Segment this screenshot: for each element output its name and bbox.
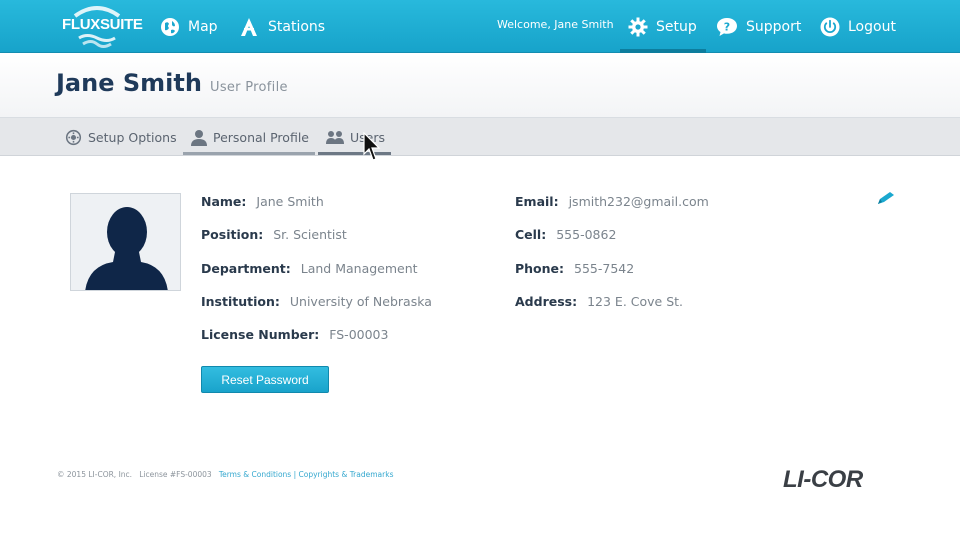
name-value: Jane Smith bbox=[256, 194, 324, 209]
address-label: Address: bbox=[515, 294, 578, 309]
person-icon bbox=[191, 129, 207, 146]
nav-logout-label: Logout bbox=[848, 18, 896, 35]
gear-outline-icon bbox=[65, 129, 82, 145]
tab-personal-profile[interactable]: Personal Profile bbox=[191, 118, 309, 156]
institution-label: Institution: bbox=[201, 294, 280, 309]
terms-link[interactable]: Terms & Conditions bbox=[219, 470, 291, 479]
footer-license: License #FS-00003 bbox=[139, 470, 212, 479]
footer: © 2015 LI-COR, Inc. License #FS-00003 Te… bbox=[57, 470, 393, 479]
field-cell: Cell: 555-0862 bbox=[515, 227, 616, 242]
top-nav-bar: FLUXSUITE Map Stations Welcome, Jane Smi… bbox=[0, 0, 960, 53]
welcome-text: Welcome, Jane Smith bbox=[497, 18, 614, 31]
nav-support[interactable]: ? Support bbox=[716, 0, 801, 53]
svg-text:?: ? bbox=[724, 20, 730, 33]
nav-stations[interactable]: Stations bbox=[238, 0, 325, 53]
pencil-icon bbox=[878, 192, 894, 204]
tower-icon bbox=[241, 17, 257, 36]
tab-setup-options[interactable]: Setup Options bbox=[65, 118, 177, 156]
globe-icon bbox=[161, 17, 179, 36]
tab-personal-profile-underline bbox=[183, 152, 315, 155]
cell-value: 555-0862 bbox=[556, 227, 617, 242]
copyrights-link[interactable]: Copyrights & Trademarks bbox=[299, 470, 394, 479]
position-label: Position: bbox=[201, 227, 264, 242]
profile-header: Jane Smith User Profile bbox=[0, 54, 960, 118]
avatar bbox=[70, 193, 181, 291]
nav-map[interactable]: Map bbox=[160, 0, 218, 53]
field-institution: Institution: University of Nebraska bbox=[201, 294, 432, 309]
tab-personal-profile-label: Personal Profile bbox=[213, 129, 309, 145]
footer-separator: | bbox=[293, 470, 297, 479]
edit-profile-button[interactable] bbox=[876, 190, 896, 210]
field-name: Name: Jane Smith bbox=[201, 194, 324, 209]
license-value: FS-00003 bbox=[329, 327, 389, 342]
position-value: Sr. Scientist bbox=[273, 227, 347, 242]
phone-label: Phone: bbox=[515, 261, 565, 276]
footer-copyright: © 2015 LI-COR, Inc. bbox=[57, 470, 133, 479]
email-label: Email: bbox=[515, 194, 559, 209]
name-label: Name: bbox=[201, 194, 247, 209]
nav-setup[interactable]: Setup bbox=[628, 0, 697, 53]
field-address: Address: 123 E. Cove St. bbox=[515, 294, 683, 309]
department-label: Department: bbox=[201, 261, 291, 276]
users-icon bbox=[326, 131, 344, 144]
nav-support-label: Support bbox=[746, 18, 802, 35]
field-phone: Phone: 555-7542 bbox=[515, 261, 634, 276]
mouse-cursor-icon bbox=[363, 132, 381, 161]
licor-logo: LI-COR bbox=[783, 466, 863, 493]
power-icon bbox=[820, 17, 840, 36]
license-label: License Number: bbox=[201, 327, 320, 342]
field-license: License Number: FS-00003 bbox=[201, 327, 388, 342]
department-value: Land Management bbox=[300, 261, 418, 276]
phone-value: 555-7542 bbox=[574, 261, 635, 276]
nav-map-label: Map bbox=[188, 18, 218, 35]
email-value: jsmith232@gmail.com bbox=[568, 194, 709, 209]
gear-icon bbox=[628, 17, 648, 36]
user-silhouette-icon bbox=[85, 207, 168, 290]
nav-active-indicator bbox=[620, 49, 706, 53]
tab-setup-options-label: Setup Options bbox=[88, 129, 177, 145]
nav-setup-label: Setup bbox=[656, 18, 697, 35]
profile-subtabs: Setup Options Personal Profile Users bbox=[0, 118, 960, 156]
nav-stations-label: Stations bbox=[268, 18, 326, 35]
cell-label: Cell: bbox=[515, 227, 547, 242]
nav-logout[interactable]: Logout bbox=[820, 0, 896, 53]
field-department: Department: Land Management bbox=[201, 261, 418, 276]
field-position: Position: Sr. Scientist bbox=[201, 227, 347, 242]
page-subtitle: User Profile bbox=[210, 80, 288, 95]
institution-value: University of Nebraska bbox=[289, 294, 432, 309]
address-value: 123 E. Cove St. bbox=[587, 294, 684, 309]
fluxsuite-logo[interactable]: FLUXSUITE bbox=[62, 2, 143, 52]
reset-password-button[interactable]: Reset Password bbox=[201, 366, 329, 393]
logo-text: FLUXSUITE bbox=[62, 16, 143, 33]
question-icon: ? bbox=[717, 17, 737, 36]
page-title: Jane Smith bbox=[56, 69, 202, 97]
field-email: Email: jsmith232@gmail.com bbox=[515, 194, 709, 209]
